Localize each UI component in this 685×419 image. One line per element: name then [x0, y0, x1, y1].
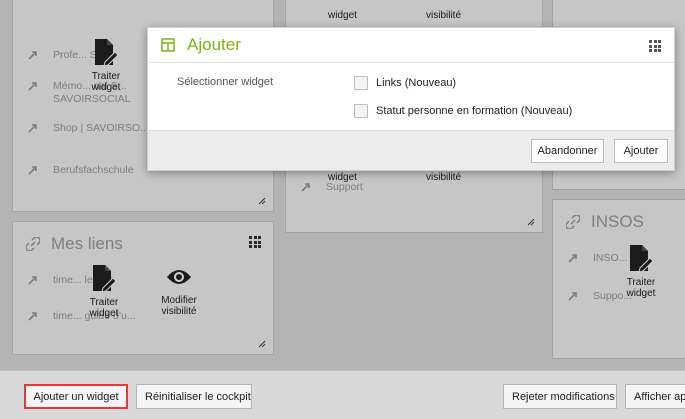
reject-changes-button[interactable]: Rejeter modifications [503, 384, 617, 409]
widget-title: INSOS [565, 212, 644, 232]
dialog-body: Sélectionner widget Links (Nouveau) Stat… [148, 63, 674, 131]
cancel-button[interactable]: Abandonner [531, 139, 604, 163]
visibility-tool[interactable]: visibilité [426, 172, 461, 183]
add-widget-button[interactable]: Ajouter un widget [24, 384, 128, 409]
show-button[interactable]: Afficher ap [625, 384, 685, 409]
eye-icon [167, 270, 191, 284]
arrow-icon [28, 82, 37, 91]
visibility-tool[interactable]: Modifier visibilité [152, 268, 206, 317]
resize-handle-icon[interactable] [525, 216, 535, 226]
edit-widget-tool[interactable]: Traiter widget [80, 264, 128, 319]
resize-handle-icon[interactable] [256, 195, 266, 205]
widget-title: Mes liens [25, 234, 123, 254]
arrow-icon [28, 166, 37, 175]
arrow-icon [301, 183, 310, 192]
drag-grip-icon[interactable] [249, 236, 261, 248]
arrow-icon [28, 312, 37, 321]
edit-widget-tool[interactable]: widget [328, 172, 357, 183]
list-item[interactable]: Berufsfachschule [27, 164, 134, 177]
resize-handle-icon[interactable] [256, 338, 266, 348]
link-icon [25, 236, 41, 252]
edit-document-icon [93, 265, 117, 293]
select-widget-label: Sélectionner widget [177, 76, 274, 88]
link-icon [565, 214, 581, 230]
drag-grip-icon[interactable] [649, 40, 661, 52]
dialog-footer: Abandonner Ajouter [148, 130, 674, 170]
visibility-tool[interactable]: visibilité [426, 10, 461, 21]
option-links[interactable]: Links (Nouveau) [354, 76, 456, 90]
edit-widget-tool[interactable]: Traiter widget [617, 244, 665, 299]
widget-mes-liens: Mes liens time... le web time... guide d… [12, 221, 274, 355]
edit-widget-tool[interactable]: Traiter widget [82, 38, 130, 93]
reset-cockpit-button[interactable]: Réinitialiser le cockpit [136, 384, 252, 409]
arrow-icon [568, 254, 577, 263]
widget-grid-icon [161, 38, 175, 52]
dialog-header: Ajouter [148, 28, 674, 63]
statut-personne-checkbox[interactable] [354, 104, 368, 118]
dialog-title: Ajouter [187, 35, 241, 54]
add-button[interactable]: Ajouter [614, 139, 668, 163]
arrow-icon [28, 124, 37, 133]
links-checkbox[interactable] [354, 76, 368, 90]
arrow-icon [28, 51, 37, 60]
option-statut-personne[interactable]: Statut personne en formation (Nouveau) [354, 104, 572, 118]
edit-widget-tool[interactable]: widget [328, 10, 357, 21]
add-widget-dialog: Ajouter Sélectionner widget Links (Nouve… [147, 27, 675, 171]
arrow-icon [568, 292, 577, 301]
arrow-icon [28, 276, 37, 285]
cockpit-toolbar: Ajouter un widget Réinitialiser le cockp… [0, 370, 685, 419]
edit-document-icon [630, 245, 654, 273]
list-item[interactable]: Shop | SAVOIRSO... [27, 122, 149, 135]
edit-document-icon [95, 39, 119, 67]
